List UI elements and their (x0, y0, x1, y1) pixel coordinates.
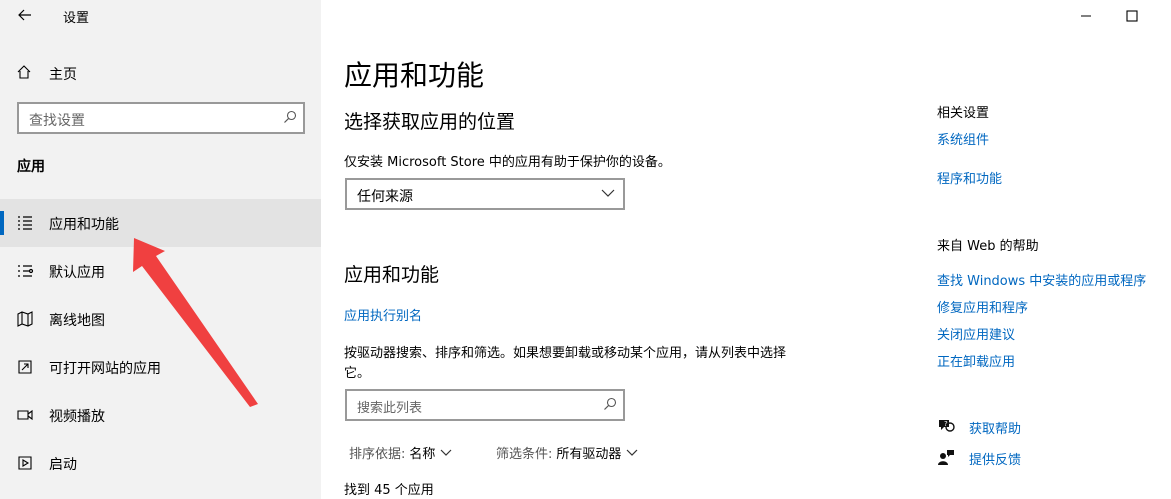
programs-features-link[interactable]: 程序和功能 (937, 168, 1002, 187)
maximize-icon (1126, 10, 1138, 22)
sidebar-item-label: 视频播放 (49, 409, 105, 425)
feedback-link[interactable]: 提供反馈 (969, 449, 1021, 468)
sidebar-item-label: 离线地图 (49, 313, 105, 329)
system-components-link[interactable]: 系统组件 (937, 129, 989, 148)
minimize-button[interactable] (1076, 6, 1096, 26)
web-help-heading: 来自 Web 的帮助 (937, 239, 1039, 254)
apps-list-icon (18, 216, 32, 230)
find-installed-apps-link[interactable]: 查找 Windows 中安装的应用或程序 (937, 270, 1146, 289)
sidebar-item-label: 启动 (49, 457, 77, 473)
search-help-text: 按驱动器搜索、排序和筛选。如果想要卸载或移动某个应用，请从列表中选择它。 (344, 346, 787, 381)
choose-location-description: 仅安装 Microsoft Store 中的应用有助于保护你的设备。 (344, 155, 671, 170)
search-icon[interactable] (603, 397, 617, 411)
titlebar: 设置 (0, 0, 321, 32)
search-icon[interactable] (283, 110, 297, 124)
app-execution-alias-link[interactable]: 应用执行别名 (344, 305, 422, 324)
disable-app-suggestions-link[interactable]: 关闭应用建议 (937, 324, 1015, 343)
app-list-search-placeholder: 搜索此列表 (357, 401, 423, 416)
get-help-link[interactable]: 获取帮助 (969, 418, 1021, 437)
filter-value: 所有驱动器 (556, 447, 622, 462)
sidebar: 设置 主页 查找设置 应用 应用和功能 默认应用 离线地图 可打开网站的应用 视… (0, 0, 321, 499)
apps-count: 找到 45 个应用 (344, 483, 434, 498)
repair-apps-link[interactable]: 修复应用和程序 (937, 297, 1028, 316)
home-label: 主页 (49, 67, 77, 83)
app-list-search-input[interactable]: 搜索此列表 (345, 389, 625, 421)
app-source-value: 任何来源 (357, 189, 413, 205)
home-nav-item[interactable]: 主页 (0, 56, 321, 90)
choose-location-heading: 选择获取应用的位置 (344, 111, 516, 133)
default-apps-icon (18, 265, 34, 277)
filter-dropdown[interactable]: 筛选条件: 所有驱动器 (496, 443, 639, 462)
sidebar-item-default-apps[interactable]: 默认应用 (0, 247, 321, 295)
maximize-button[interactable] (1122, 6, 1142, 26)
chevron-down-icon (440, 449, 452, 456)
get-help-icon: ? (939, 420, 955, 432)
section-heading: 应用 (17, 159, 45, 175)
sidebar-item-label: 默认应用 (49, 265, 105, 281)
video-icon (17, 409, 33, 421)
filter-label: 筛选条件: (496, 447, 553, 462)
startup-icon (18, 456, 32, 470)
feedback-icon (938, 450, 954, 465)
uninstalling-apps-link[interactable]: 正在卸载应用 (937, 351, 1015, 370)
sidebar-item-website-apps[interactable]: 可打开网站的应用 (0, 343, 321, 391)
minimize-icon (1081, 15, 1091, 17)
page-title: 应用和功能 (344, 59, 485, 92)
active-indicator (0, 211, 4, 235)
settings-search-input[interactable]: 查找设置 (17, 102, 305, 134)
app-source-dropdown[interactable]: 任何来源 (345, 178, 625, 210)
sort-label: 排序依据: (349, 447, 406, 462)
svg-text:?: ? (944, 420, 948, 428)
sidebar-item-apps-features[interactable]: 应用和功能 (0, 199, 321, 247)
chevron-down-icon (626, 449, 638, 456)
sidebar-item-label: 可打开网站的应用 (49, 361, 161, 377)
apps-features-heading: 应用和功能 (344, 264, 440, 286)
home-icon (17, 65, 31, 79)
sidebar-item-video-playback[interactable]: 视频播放 (0, 391, 321, 439)
settings-search-placeholder: 查找设置 (29, 113, 85, 129)
back-arrow-icon (18, 9, 31, 21)
map-icon (17, 311, 33, 327)
open-website-icon (18, 360, 32, 374)
sort-dropdown[interactable]: 排序依据: 名称 (349, 443, 453, 462)
chevron-down-icon (601, 189, 615, 197)
related-settings-heading: 相关设置 (937, 106, 990, 121)
back-button[interactable] (12, 4, 38, 26)
window-title: 设置 (63, 11, 90, 26)
sidebar-item-label: 应用和功能 (49, 217, 119, 233)
sidebar-item-startup[interactable]: 启动 (0, 439, 321, 487)
sort-value: 名称 (409, 447, 436, 462)
sidebar-item-offline-maps[interactable]: 离线地图 (0, 295, 321, 343)
